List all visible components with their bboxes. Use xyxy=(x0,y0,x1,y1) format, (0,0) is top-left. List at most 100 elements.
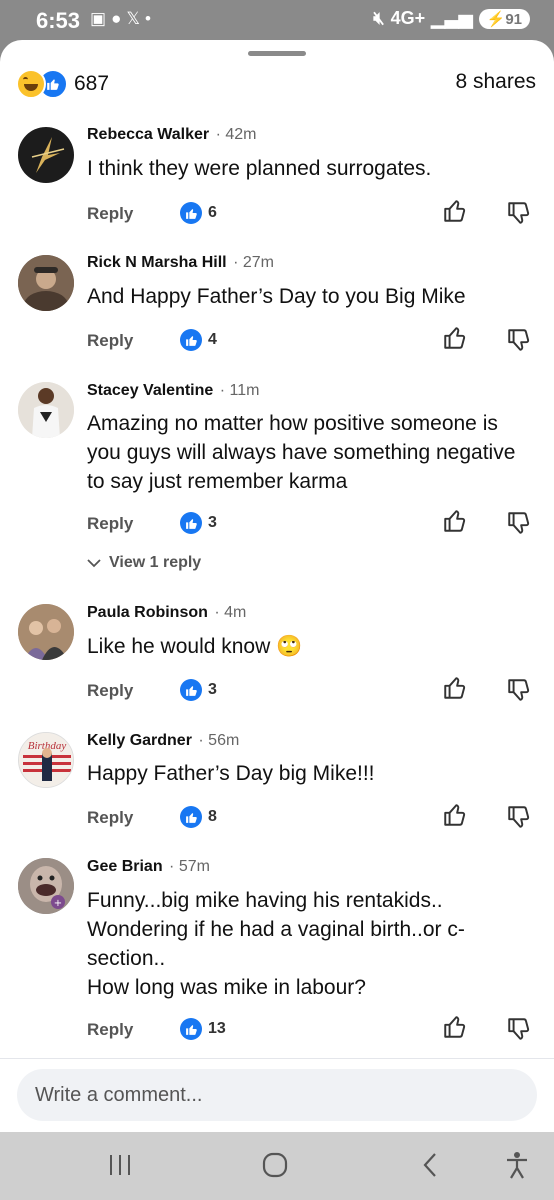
thumbs-down-icon[interactable] xyxy=(506,677,532,703)
like-count-value: 4 xyxy=(208,331,217,348)
screenshot-icon: ▣ xyxy=(90,9,112,28)
comment-time: · 4m xyxy=(214,604,247,621)
like-icon xyxy=(180,679,202,701)
battery-level: 91 xyxy=(505,10,522,28)
thumbs-up-icon[interactable] xyxy=(442,325,468,351)
like-count[interactable]: 3 xyxy=(180,679,217,701)
comment-header: Rebecca Walker · 42m xyxy=(87,126,257,144)
comment-time: · 42m xyxy=(215,126,257,143)
home-icon[interactable] xyxy=(260,1150,290,1180)
comment-time-value: 57m xyxy=(178,858,210,875)
avatar[interactable]: Birthday xyxy=(18,732,74,788)
thumbs-down-icon[interactable] xyxy=(506,804,532,830)
comment-text: Funny...big mike having his rentakids.. … xyxy=(87,889,465,999)
comment-box[interactable] xyxy=(17,1069,537,1121)
recent-apps-icon[interactable] xyxy=(106,1150,134,1180)
reply-button[interactable]: Reply xyxy=(87,808,133,828)
commenter-name[interactable]: Paula Robinson xyxy=(87,604,208,621)
thumbs-up-icon[interactable] xyxy=(442,802,468,828)
notification-icons: ▣●𝕏• xyxy=(90,9,156,29)
thumbs-down-icon[interactable] xyxy=(506,1016,532,1042)
like-icon xyxy=(180,512,202,534)
view-replies-button[interactable]: View 1 reply xyxy=(87,554,201,572)
reaction-count: 687 xyxy=(74,72,110,95)
like-icon xyxy=(180,329,202,351)
reply-button[interactable]: Reply xyxy=(87,331,133,351)
comment-time-value: 27m xyxy=(242,254,274,271)
shares-count[interactable]: 8 shares xyxy=(455,70,536,94)
thumbs-up-icon[interactable] xyxy=(442,198,468,224)
reactions-summary[interactable]: 687 xyxy=(16,69,109,99)
avatar[interactable] xyxy=(18,127,74,183)
comment-header: Rick N Marsha Hill · 27m xyxy=(87,254,274,272)
like-count[interactable]: 6 xyxy=(180,202,217,224)
thumbs-up-icon[interactable] xyxy=(442,508,468,534)
like-icon xyxy=(180,806,202,828)
accessibility-icon[interactable] xyxy=(504,1150,530,1180)
comment-header: Stacey Valentine · 11m xyxy=(87,382,259,400)
comment-header: Paula Robinson · 4m xyxy=(87,604,246,622)
reply-button[interactable]: Reply xyxy=(87,681,133,701)
status-bar: 6:53 ▣●𝕏• 🔇︎ 4G+ ▁▃▅ ⚡91 xyxy=(0,0,554,40)
dot-icon: • xyxy=(145,9,156,28)
comment-text: Like he would know 🙄 xyxy=(87,635,303,658)
drag-handle[interactable] xyxy=(248,51,306,56)
view-replies-label: View 1 reply xyxy=(109,554,202,571)
divider xyxy=(0,1058,554,1059)
comment-time-value: 56m xyxy=(208,732,240,749)
like-icon xyxy=(180,202,202,224)
comment-text: Amazing no matter how positive someone i… xyxy=(87,412,516,493)
svg-text:+: + xyxy=(54,898,62,909)
comment-time: · 56m xyxy=(198,732,240,749)
battery-icon: ⚡91 xyxy=(478,8,530,29)
like-count[interactable]: 4 xyxy=(180,329,217,351)
mute-icon: 🔇︎ xyxy=(373,8,385,28)
thumbs-down-icon[interactable] xyxy=(506,327,532,353)
x-icon: 𝕏 xyxy=(126,9,146,28)
comment-time-value: 4m xyxy=(224,604,247,621)
reply-button[interactable]: Reply xyxy=(87,514,133,534)
like-count-value: 3 xyxy=(208,681,217,698)
reply-button[interactable]: Reply xyxy=(87,1020,133,1040)
avatar[interactable] xyxy=(18,604,74,660)
thumbs-up-icon[interactable] xyxy=(442,1014,468,1040)
comments-sheet: 687 8 shares Rebecca Walker · 42m I thin… xyxy=(0,40,554,1132)
comment-time-value: 11m xyxy=(229,382,260,399)
comment-text: And Happy Father’s Day to you Big Mike xyxy=(87,285,466,308)
thumbs-down-icon[interactable] xyxy=(506,200,532,226)
commenter-name[interactable]: Gee Brian xyxy=(87,858,163,875)
navigation-bar xyxy=(0,1132,554,1200)
comment-text: I think they were planned surrogates. xyxy=(87,157,432,180)
commenter-name[interactable]: Rick N Marsha Hill xyxy=(87,254,227,271)
reply-button[interactable]: Reply xyxy=(87,204,133,224)
thumbs-down-icon[interactable] xyxy=(506,510,532,536)
comment-header: Kelly Gardner · 56m xyxy=(87,732,239,750)
comment-time-value: 42m xyxy=(225,126,257,143)
thumbs-up-icon[interactable] xyxy=(442,675,468,701)
commenter-name[interactable]: Kelly Gardner xyxy=(87,732,192,749)
commenter-name[interactable]: Rebecca Walker xyxy=(87,126,209,143)
signal-icon: ▁▃▅ xyxy=(431,8,473,28)
avatar[interactable]: + xyxy=(18,858,74,914)
avatar[interactable] xyxy=(18,255,74,311)
status-right: 🔇︎ 4G+ ▁▃▅ ⚡91 xyxy=(373,8,530,29)
comment-time: · 57m xyxy=(169,858,210,875)
like-count-value: 6 xyxy=(208,204,217,221)
chevron-down-icon xyxy=(87,559,101,568)
like-count[interactable]: 13 xyxy=(180,1018,226,1040)
back-icon[interactable] xyxy=(418,1150,442,1180)
like-count-value: 13 xyxy=(208,1020,226,1037)
like-count[interactable]: 8 xyxy=(180,806,217,828)
like-count-value: 8 xyxy=(208,808,217,825)
chat-icon: ● xyxy=(111,9,127,28)
like-count-value: 3 xyxy=(208,514,217,531)
haha-reaction-icon xyxy=(16,69,46,99)
like-icon xyxy=(180,1018,202,1040)
comment-header: Gee Brian · 57m xyxy=(87,858,210,876)
status-time: 6:53 xyxy=(36,8,81,33)
like-count[interactable]: 3 xyxy=(180,512,217,534)
network-label: 4G+ xyxy=(390,8,426,28)
comment-input[interactable] xyxy=(35,1069,515,1121)
commenter-name[interactable]: Stacey Valentine xyxy=(87,382,213,399)
avatar[interactable] xyxy=(18,382,74,438)
